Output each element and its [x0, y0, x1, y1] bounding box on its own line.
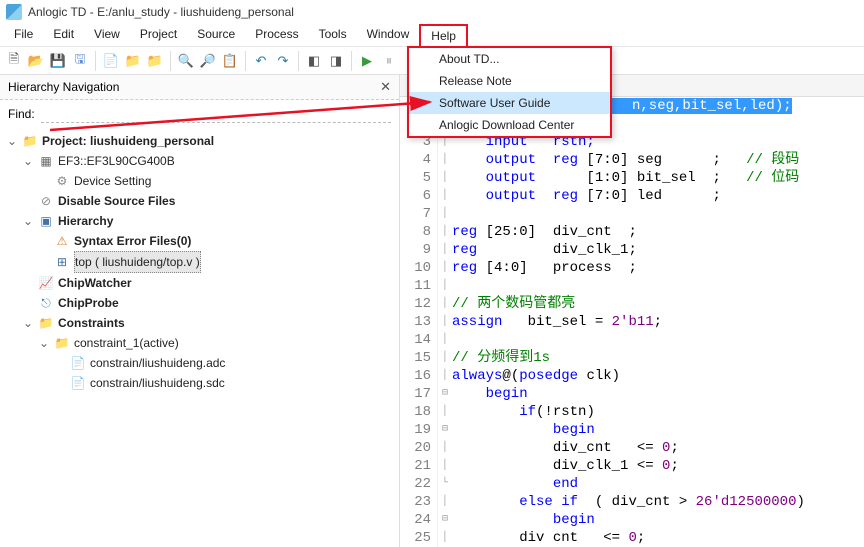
tree-device[interactable]: EF3::EF3L90CG400B [58, 151, 175, 171]
menu-tools[interactable]: Tools [309, 24, 357, 46]
twisty-icon[interactable]: ⌄ [22, 313, 34, 333]
stop-icon[interactable]: ⏸ [379, 51, 399, 71]
help-software-user-guide[interactable]: Software User Guide [409, 92, 610, 114]
disable-icon: ⊘ [38, 193, 54, 209]
tree-project[interactable]: Project: liushuideng_personal [42, 131, 214, 151]
app-logo-icon [6, 4, 22, 20]
menu-source[interactable]: Source [187, 24, 245, 46]
tree-constraint1[interactable]: constraint_1(active) [74, 333, 179, 353]
chip-icon: ▦ [38, 153, 54, 169]
titlebar: Anlogic TD - E:/anlu_study - liushuideng… [0, 0, 864, 24]
tree-syntax-errors[interactable]: Syntax Error Files(0) [74, 231, 191, 251]
hierarchy-icon: ▣ [38, 213, 54, 229]
tool2-icon[interactable]: ◨ [326, 51, 346, 71]
twisty-icon[interactable]: ⌄ [22, 211, 34, 231]
twisty-icon[interactable]: ⌄ [22, 151, 34, 171]
run-icon[interactable]: ▶ [357, 51, 377, 71]
hierarchy-panel: Hierarchy Navigation ✕ Find: ⌄📁Project: … [0, 75, 400, 547]
open-icon[interactable]: 📂 [26, 51, 46, 71]
save-icon[interactable]: 💾 [48, 51, 68, 71]
menu-help[interactable]: Help [419, 24, 468, 46]
tree-chipprobe[interactable]: ChipProbe [58, 293, 119, 313]
folder-icon: 📁 [54, 335, 70, 351]
file-icon: 📄 [70, 355, 86, 371]
find-label: Find: [8, 107, 35, 121]
menu-file[interactable]: File [4, 24, 43, 46]
help-release-note[interactable]: Release Note [409, 70, 610, 92]
help-dropdown: About TD... Release Note Software User G… [407, 46, 612, 138]
fold-column: ││││││││││││││⊟│⊟││└│⊟│ [438, 97, 452, 547]
tree-disable-sources[interactable]: Disable Source Files [58, 191, 175, 211]
warning-icon: ⚠ [54, 233, 70, 249]
tree-device-setting[interactable]: Device Setting [74, 171, 151, 191]
tree-adc-file[interactable]: constrain/liushuideng.adc [90, 353, 225, 373]
file-icon[interactable]: 📄 [101, 51, 121, 71]
search-icon[interactable]: 🔍 [176, 51, 196, 71]
folder-icon: 📁 [38, 315, 54, 331]
tree-top-module[interactable]: top ( liushuideng/top.v ) [74, 251, 201, 273]
find-input[interactable] [41, 104, 391, 123]
code-area[interactable]: 345678910111213141516171819202122232425 … [400, 97, 864, 547]
tree-hierarchy[interactable]: Hierarchy [58, 211, 113, 231]
menu-project[interactable]: Project [130, 24, 187, 46]
search2-icon[interactable]: 🔎 [198, 51, 218, 71]
tree-constraints[interactable]: Constraints [58, 313, 125, 333]
help-download-center[interactable]: Anlogic Download Center [409, 114, 610, 136]
menu-edit[interactable]: Edit [43, 24, 84, 46]
redo-icon[interactable]: ↷ [273, 51, 293, 71]
folder-icon[interactable]: 📁 [123, 51, 143, 71]
help-about[interactable]: About TD... [409, 48, 610, 70]
list-icon[interactable]: 📋 [220, 51, 240, 71]
twisty-icon[interactable]: ⌄ [6, 131, 18, 151]
line-gutter: 345678910111213141516171819202122232425 [400, 97, 438, 547]
module-icon: ⊞ [54, 254, 70, 270]
undo-icon[interactable]: ↶ [251, 51, 271, 71]
panel-close-icon[interactable]: ✕ [380, 79, 391, 95]
tool1-icon[interactable]: ◧ [304, 51, 324, 71]
watcher-icon: 📈 [38, 275, 54, 291]
window-title: Anlogic TD - E:/anlu_study - liushuideng… [28, 5, 294, 19]
folder-icon: 📁 [22, 133, 38, 149]
file-icon: 📄 [70, 375, 86, 391]
menu-process[interactable]: Process [245, 24, 308, 46]
tree-chipwatcher[interactable]: ChipWatcher [58, 273, 132, 293]
code-editor: ▭ ▾ 345678910111213141516171819202122232… [400, 75, 864, 547]
new-icon[interactable]: 🗎 [4, 51, 24, 71]
tree-sdc-file[interactable]: constrain/liushuideng.sdc [90, 373, 225, 393]
menu-window[interactable]: Window [357, 24, 420, 46]
menu-view[interactable]: View [84, 24, 130, 46]
folder2-icon[interactable]: 📁 [145, 51, 165, 71]
hierarchy-tree: ⌄📁Project: liushuideng_personal ⌄▦EF3::E… [0, 127, 399, 547]
code-lines[interactable]: n,seg,bit_sel,led); input rstn; output r… [452, 97, 864, 547]
probe-icon: ⎋ [38, 295, 54, 311]
saveall-icon[interactable]: 🖫 [70, 51, 90, 71]
gear-icon: ⚙ [54, 173, 70, 189]
panel-title: Hierarchy Navigation [8, 80, 119, 94]
menubar: File Edit View Project Source Process To… [0, 24, 864, 46]
twisty-icon[interactable]: ⌄ [38, 333, 50, 353]
